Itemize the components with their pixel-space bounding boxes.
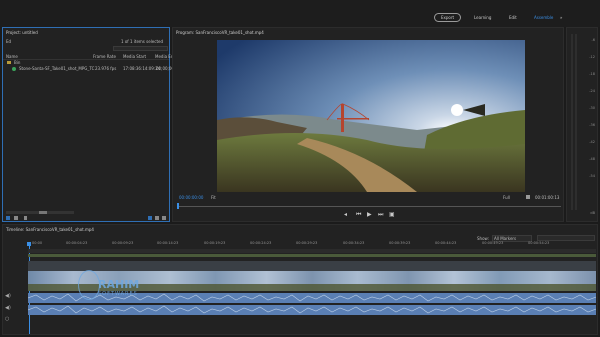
workspace-more-chevron-icon[interactable]: » xyxy=(560,15,562,20)
watermark-subtitle: SOFTWARES xyxy=(98,291,138,297)
meter-tick: -36 xyxy=(589,123,595,127)
workspace-tab-export[interactable]: Export xyxy=(434,13,462,22)
ruler-label: 00:00:49:23 xyxy=(482,241,504,245)
video-track-header xyxy=(28,261,596,271)
clip-framerate: 23.976 fps xyxy=(95,66,117,71)
meter-tick: -6 xyxy=(591,38,596,42)
ruler-label: 00:00:34:23 xyxy=(343,241,365,245)
workspace-bar: Export Learning Edit Assemble » xyxy=(0,0,600,27)
meter-channel-right xyxy=(575,34,577,210)
meter-tick: -24 xyxy=(589,89,595,93)
meter-tick: -18 xyxy=(589,72,595,76)
speaker-icon[interactable]: ◀) xyxy=(5,305,11,311)
export-frame-icon[interactable]: ▣ xyxy=(389,212,395,218)
work-area-bar[interactable] xyxy=(28,254,596,257)
zoom-slider-handle[interactable] xyxy=(39,211,47,214)
timeline-ruler-bar[interactable] xyxy=(28,249,596,253)
meter-channel-left xyxy=(571,34,573,210)
ruler-label: 00:00:24:23 xyxy=(250,241,272,245)
workspace-tab-edit[interactable]: Edit xyxy=(509,15,517,20)
audio-meter: -6 -12 -18 -24 -30 -36 -42 -48 -54 dB xyxy=(566,27,598,222)
watermark-logo xyxy=(78,270,100,300)
speaker-icon[interactable]: ◀) xyxy=(5,293,11,299)
play-icon[interactable]: ▶ xyxy=(367,212,372,218)
new-bin-icon[interactable] xyxy=(148,216,152,220)
record-icon[interactable]: ○ xyxy=(5,316,9,322)
clip-media-start: 17:08:36:14:09:24 xyxy=(123,66,161,71)
program-monitor-title: Program: SanFranciscoVR_take01_shot.mp4 xyxy=(176,30,264,35)
go-to-out-icon[interactable]: ⏭ xyxy=(378,212,383,218)
clip-label-icon xyxy=(12,67,16,71)
ruler-label: 00:00:44:23 xyxy=(435,241,457,245)
header-divider xyxy=(3,59,169,60)
project-path: Ed xyxy=(6,39,12,44)
ruler-label: 00:00 xyxy=(32,241,43,245)
project-panel: Project: untitled Ed 1 of 1 items select… xyxy=(2,27,178,222)
resolution-select[interactable]: Full xyxy=(503,195,510,200)
meter-tick: -42 xyxy=(589,140,595,144)
duration-timecode: 00:01:00:13 xyxy=(535,195,560,200)
list-view-icon[interactable] xyxy=(6,216,10,220)
go-to-in-icon[interactable]: ⏮ xyxy=(356,212,361,218)
sun xyxy=(451,104,463,116)
meter-tick: -12 xyxy=(589,55,595,59)
meter-tick: -48 xyxy=(589,157,595,161)
playhead-timecode[interactable]: 00:00:00:00 xyxy=(179,195,203,200)
timeline-title: Timeline: SanFranciscoVR_take01_shot.mp4 xyxy=(6,227,94,232)
fit-zoom-select[interactable]: Fit xyxy=(211,195,216,200)
ruler-label: 00:00:09:23 xyxy=(112,241,134,245)
project-panel-title: Project: untitled xyxy=(6,30,38,35)
new-item-icon[interactable] xyxy=(155,216,159,220)
bin-folder-label[interactable]: Bin xyxy=(14,60,20,65)
program-monitor: Program: SanFranciscoVR_take01_shot.mp4 xyxy=(172,27,564,222)
selection-count: 1 of 1 items selected xyxy=(121,39,164,44)
folder-icon xyxy=(7,61,11,64)
workspace-tab-learning[interactable]: Learning xyxy=(474,15,491,20)
scrub-bar[interactable] xyxy=(177,206,561,207)
video-frame[interactable] xyxy=(217,40,525,192)
ruler-label: 00:00:14:23 xyxy=(157,241,179,245)
icon-view-icon[interactable] xyxy=(14,216,18,220)
clip-name[interactable]: Stone-Santa-SF_Take01_shot_MPG_TC xyxy=(19,66,94,71)
meter-tick: -30 xyxy=(589,106,595,110)
ruler-label: 00:00:54:23 xyxy=(528,241,550,245)
project-search-input[interactable] xyxy=(113,46,168,51)
trash-icon[interactable] xyxy=(162,216,166,220)
ruler-label: 00:00:29:23 xyxy=(296,241,318,245)
watermark-title: RAHIM xyxy=(98,278,140,291)
playhead-marker[interactable] xyxy=(177,203,179,209)
sort-icon[interactable] xyxy=(24,216,27,220)
wrench-icon[interactable] xyxy=(526,195,530,199)
meter-tick: -54 xyxy=(589,174,595,178)
workspace-tab-assemble[interactable]: Assemble xyxy=(534,15,553,20)
meter-unit-label: dB xyxy=(590,211,595,215)
ruler-label: 00:00:04:23 xyxy=(66,241,88,245)
step-back-icon[interactable]: ◂ xyxy=(344,212,347,218)
ruler-label: 00:00:39:23 xyxy=(389,241,411,245)
ruler-label: 00:00:19:23 xyxy=(204,241,226,245)
